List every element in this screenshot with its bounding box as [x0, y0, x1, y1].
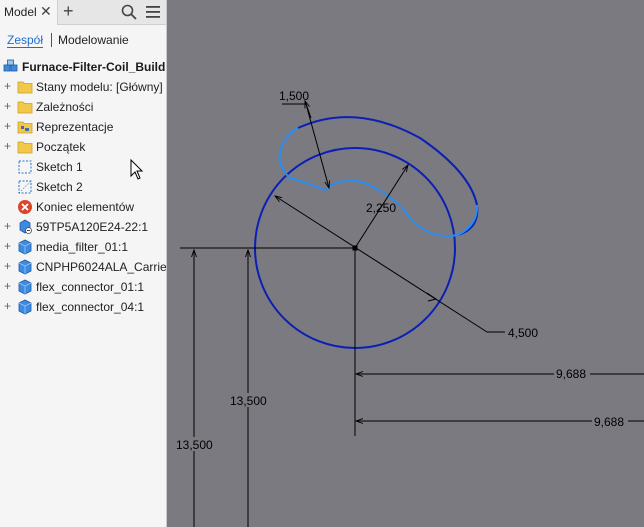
tree-item-relationships[interactable]: + Zależności	[0, 97, 166, 117]
folder-icon	[17, 81, 33, 94]
dimension-d3-line	[275, 196, 488, 333]
close-icon[interactable]: ✕	[40, 3, 52, 19]
dimension-d2-value[interactable]: 2,250	[366, 201, 396, 215]
search-icon[interactable]	[121, 4, 137, 20]
end-of-part-icon	[18, 200, 32, 214]
assembly-icon	[3, 59, 18, 72]
sketch-canvas[interactable]: 1,500 2,250 4,500 9,688 9,688 13,500 13,…	[168, 0, 644, 527]
expand-icon[interactable]: +	[4, 80, 11, 92]
dimension-d1-line	[305, 103, 329, 188]
tree-item-label: CNPHP6024ALA_Carrier:1	[36, 260, 167, 274]
dimension-d3-arrow-mid	[426, 292, 438, 302]
part-icon	[18, 279, 32, 295]
part-icon	[18, 239, 32, 255]
tree-item-label: 59TP5A120E24-22:1	[36, 220, 149, 234]
dimension-d1-value[interactable]: 1,500	[279, 89, 309, 103]
expand-icon[interactable]: +	[4, 140, 11, 152]
tree-item-end-of-part[interactable]: Koniec elementów	[0, 197, 166, 217]
tree-item-origin[interactable]: + Początek	[0, 137, 166, 157]
tab-model[interactable]: Model ✕	[0, 0, 58, 25]
subtab-modeling[interactable]: Modelowanie	[58, 33, 129, 47]
dimension-d6-value[interactable]: 13,500	[230, 394, 267, 408]
expand-icon[interactable]: +	[4, 260, 11, 272]
tree-item-flex-connector-01[interactable]: + flex_connector_01:1	[0, 277, 166, 297]
hamburger-menu-icon[interactable]	[146, 5, 160, 19]
part-icon	[18, 259, 32, 275]
dimension-d7-value[interactable]: 13,500	[176, 438, 213, 452]
subtab-assembly[interactable]: Zespół	[7, 33, 44, 48]
browser-tab-bar: Model ✕ +	[0, 0, 166, 25]
sketch-icon	[18, 180, 32, 194]
dimension-d5-value[interactable]: 9,688	[594, 415, 624, 429]
dimension-d3-value[interactable]: 4,500	[508, 326, 538, 340]
folder-icon	[17, 101, 33, 114]
dimension-d1-arrow-start	[305, 101, 312, 119]
expand-icon[interactable]: +	[4, 220, 11, 232]
circle-center-point[interactable]	[352, 245, 358, 251]
tree-item-label: Reprezentacje	[36, 120, 114, 134]
expand-icon[interactable]: +	[4, 100, 11, 112]
tree-item-representations[interactable]: + Reprezentacje	[0, 117, 166, 137]
tab-model-label: Model	[4, 5, 37, 19]
component-link-icon	[19, 219, 32, 234]
tree-item-label: flex_connector_04:1	[36, 300, 145, 314]
sketch-drawing[interactable]: 1,500 2,250 4,500 9,688 9,688 13,500 13,…	[168, 0, 644, 527]
tree-item-label: Stany modelu: [Główny]	[36, 80, 163, 94]
tree-item-flex-connector-04[interactable]: + flex_connector_04:1	[0, 297, 166, 317]
tree-root-label: Furnace-Filter-Coil_Buildup	[22, 60, 167, 74]
tree-item-label: Początek	[36, 140, 86, 154]
tree-item-label: Sketch 2	[36, 180, 83, 194]
browser-subtabs: Zespół Modelowanie	[0, 32, 166, 50]
expand-icon[interactable]: +	[4, 300, 11, 312]
tree-item-label: Koniec elementów	[36, 200, 135, 214]
part-icon	[18, 299, 32, 315]
sketch-spiral-left-arc[interactable]	[278, 127, 299, 179]
dimension-d4-value[interactable]: 9,688	[556, 367, 586, 381]
mouse-cursor-icon	[130, 159, 144, 180]
model-browser-panel: Model ✕ + Zespół Modelowanie Furnace-Fil…	[0, 0, 167, 527]
tree-item-label: media_filter_01:1	[36, 240, 129, 254]
expand-icon[interactable]: +	[4, 120, 11, 132]
subtab-separator	[51, 33, 52, 47]
tree-item-media-filter[interactable]: + media_filter_01:1	[0, 237, 166, 257]
tree-item-model-states[interactable]: + Stany modelu: [Główny]	[0, 77, 166, 97]
sketch-icon	[18, 160, 32, 174]
tree-item-component-59tp[interactable]: + 59TP5A120E24-22:1	[0, 217, 166, 237]
add-tab-icon[interactable]: +	[63, 1, 74, 21]
folder-icon	[17, 141, 33, 154]
expand-icon[interactable]: +	[4, 280, 11, 292]
tree-item-label: flex_connector_01:1	[36, 280, 145, 294]
tree-item-label: Zależności	[36, 100, 94, 114]
expand-icon[interactable]: +	[4, 240, 11, 252]
tree-root-assembly[interactable]: Furnace-Filter-Coil_Buildup	[3, 58, 167, 76]
representations-folder-icon	[17, 121, 33, 134]
tree-item-label: Sketch 1	[36, 160, 83, 174]
tree-item-carrier[interactable]: + CNPHP6024ALA_Carrier:1	[0, 257, 167, 277]
